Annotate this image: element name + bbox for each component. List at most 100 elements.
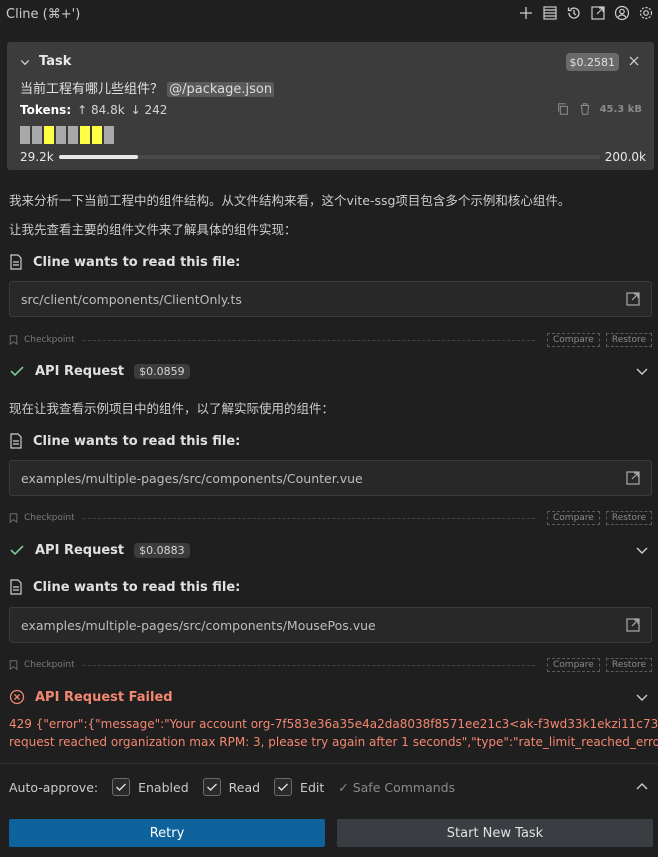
checkbox[interactable] — [112, 778, 131, 796]
check-icon — [10, 366, 24, 377]
api-cost-badge: $0.0859 — [134, 363, 190, 379]
divider — [0, 763, 658, 764]
task-cost-badge: $0.2581 — [565, 53, 619, 71]
api-failed-label: API Request Failed — [35, 689, 173, 705]
error-line: request reached organization max RPM: 3,… — [9, 735, 658, 749]
context-block — [68, 126, 78, 144]
assistant-message: 现在让我查看示例项目中的组件，以了解实际使用的组件： — [9, 401, 335, 416]
context-block — [20, 126, 30, 144]
token-actions: 45.3 kB — [556, 102, 642, 116]
title-bar: Cline (⌘+') — [0, 0, 658, 28]
checkpoint-label: Checkpoint — [24, 513, 75, 523]
file-path: examples/multiple-pages/src/components/C… — [21, 470, 363, 486]
checkpoint-row: Checkpoint Compare Restore — [9, 511, 652, 525]
read-checkbox[interactable]: Read — [202, 778, 261, 796]
check-icon — [278, 783, 289, 791]
task-question: 当前工程有哪儿些组件？ @/package.json — [20, 78, 275, 97]
error-line: 429 {"error":{"message":"Your account or… — [9, 717, 658, 731]
history-icon[interactable] — [564, 3, 584, 23]
chevron-down-icon[interactable] — [634, 542, 650, 558]
restore-button[interactable]: Restore — [605, 333, 652, 347]
file-icon — [10, 433, 22, 449]
file-path-box[interactable]: src/client/components/ClientOnly.ts — [9, 281, 652, 317]
start-new-task-button[interactable]: Start New Task — [337, 819, 653, 847]
file-path-box[interactable]: examples/multiple-pages/src/components/C… — [9, 460, 652, 496]
error-circle-icon — [9, 689, 25, 705]
task-label: Task — [39, 54, 72, 69]
auto-approve-label: Auto-approve: — [9, 779, 99, 795]
assistant-message: 让我先查看主要的组件文件来了解具体的组件实现： — [9, 222, 297, 237]
copy-icon[interactable] — [556, 102, 570, 116]
context-blocks — [20, 126, 114, 144]
external-link-icon[interactable] — [625, 470, 641, 486]
trash-icon[interactable] — [578, 102, 592, 116]
toolbar — [516, 3, 656, 23]
tokens-in: ↑ 84.8k — [77, 103, 125, 117]
read-file-label: Cline wants to read this file: — [33, 254, 241, 270]
api-request-label: API Request — [35, 363, 125, 379]
compare-button[interactable]: Compare — [547, 658, 600, 672]
tokens-out: ↓ 242 — [130, 103, 168, 117]
safe-commands-label: ✓ Safe Commands — [338, 779, 456, 795]
file-path: examples/multiple-pages/src/components/M… — [21, 617, 376, 633]
api-request-row[interactable]: API Request $0.0883 — [9, 540, 652, 560]
chevron-down-icon[interactable] — [634, 363, 650, 379]
retry-button[interactable]: Retry — [9, 819, 325, 847]
check-icon — [206, 783, 217, 791]
read-file-label: Cline wants to read this file: — [33, 433, 241, 449]
external-link-icon[interactable] — [625, 617, 641, 633]
context-bar — [58, 155, 600, 159]
enabled-checkbox[interactable]: Enabled — [112, 778, 189, 796]
context-window: 29.2k 200.0k — [20, 149, 646, 165]
restore-button[interactable]: Restore — [605, 658, 652, 672]
plus-icon[interactable] — [516, 3, 536, 23]
close-icon[interactable] — [626, 53, 642, 69]
read-label: Read — [228, 779, 261, 795]
auto-approve-bar: Auto-approve: Enabled Read Edit ✓ Safe C… — [9, 777, 652, 797]
context-block — [44, 126, 54, 144]
account-icon[interactable] — [612, 3, 632, 23]
database-icon[interactable] — [540, 3, 560, 23]
file-mention[interactable]: @/package.json — [167, 82, 275, 97]
chevron-up-icon[interactable] — [634, 779, 650, 795]
restore-button[interactable]: Restore — [605, 511, 652, 525]
window-title: Cline (⌘+') — [6, 6, 81, 22]
compare-button[interactable]: Compare — [547, 333, 600, 347]
compare-button[interactable]: Compare — [547, 511, 600, 525]
chevron-down-icon[interactable] — [19, 56, 31, 68]
file-icon — [10, 579, 22, 595]
task-size: 45.3 kB — [599, 103, 642, 115]
tokens-label: Tokens: — [20, 103, 72, 117]
context-bar-fill — [58, 155, 138, 159]
external-link-icon[interactable] — [588, 3, 608, 23]
context-block — [104, 126, 114, 144]
api-request-failed-row[interactable]: API Request Failed — [9, 687, 652, 707]
context-block — [80, 126, 90, 144]
error-message: 429 {"error":{"message":"Your account or… — [9, 715, 658, 751]
context-block — [56, 126, 66, 144]
external-link-icon[interactable] — [625, 291, 641, 307]
token-stats: Tokens: ↑ 84.8k ↓ 242 — [20, 103, 167, 117]
check-icon — [116, 783, 127, 791]
context-block — [92, 126, 102, 144]
task-card: Task $0.2581 当前工程有哪儿些组件？ @/package.json … — [7, 42, 654, 170]
chevron-down-icon[interactable] — [634, 689, 650, 705]
read-file-header: Cline wants to read this file: — [9, 579, 240, 595]
api-request-label: API Request — [35, 542, 125, 558]
checkbox[interactable] — [274, 778, 293, 796]
read-file-header: Cline wants to read this file: — [9, 254, 240, 270]
enabled-label: Enabled — [138, 779, 189, 795]
read-file-header: Cline wants to read this file: — [9, 433, 240, 449]
read-file-label: Cline wants to read this file: — [33, 579, 241, 595]
checkpoint-row: Checkpoint Compare Restore — [9, 658, 652, 672]
edit-label: Edit — [300, 779, 325, 795]
api-request-row[interactable]: API Request $0.0859 — [9, 361, 652, 381]
gear-icon[interactable] — [636, 3, 656, 23]
checkbox[interactable] — [202, 778, 221, 796]
question-text: 当前工程有哪儿些组件？ — [20, 82, 168, 97]
file-path-box[interactable]: examples/multiple-pages/src/components/M… — [9, 607, 652, 643]
checkpoint-row: Checkpoint Compare Restore — [9, 333, 652, 347]
task-header[interactable]: Task — [19, 54, 71, 69]
edit-checkbox[interactable]: Edit — [274, 778, 324, 796]
bookmark-icon — [9, 513, 18, 523]
